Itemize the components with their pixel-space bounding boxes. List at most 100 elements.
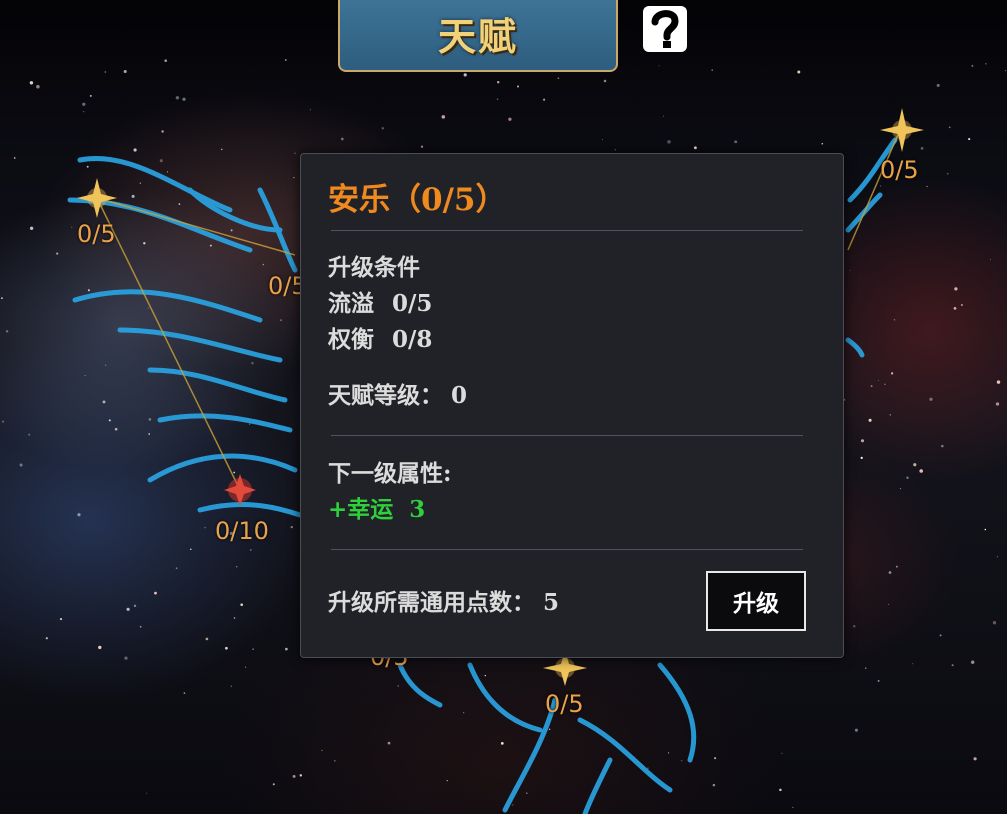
background-star — [936, 83, 940, 87]
background-star — [463, 73, 467, 77]
background-star — [888, 603, 890, 605]
background-star — [161, 130, 164, 133]
background-star — [792, 806, 794, 808]
background-star — [667, 140, 671, 144]
background-star — [946, 172, 949, 175]
background-star — [29, 81, 34, 85]
upgrade-button[interactable]: 升级 — [706, 571, 806, 631]
background-star — [543, 98, 546, 101]
background-star — [2, 420, 5, 423]
background-star — [484, 674, 486, 677]
background-star — [500, 742, 504, 745]
background-star — [159, 159, 163, 163]
background-star — [19, 463, 23, 467]
background-star — [929, 397, 933, 401]
background-star — [183, 692, 186, 694]
background-star — [290, 525, 293, 529]
background-star — [285, 647, 288, 651]
talent-tooltip-panel: 安乐（0/5） 升级条件 流溢 0/5 权衡 0/8 天赋等级： 0 下一级属性… — [300, 153, 844, 658]
background-star — [262, 263, 265, 266]
talent-title-tab[interactable]: 天赋 — [338, 0, 618, 72]
background-star — [381, 127, 384, 130]
background-star — [954, 287, 958, 291]
requirement-progress: 0/8 — [392, 326, 433, 353]
upgrade-cost-label: 升级所需通用点数： — [328, 589, 535, 616]
background-star — [98, 645, 102, 650]
background-star — [508, 117, 512, 121]
talent-screen: 天赋 0/5 0/5 0/5 0/10 0/5 0/5 安乐（0/5） 升级条件… — [0, 0, 1007, 814]
next-level-bonus: +幸运 3 — [328, 496, 426, 523]
background-star — [272, 783, 275, 786]
background-star — [860, 456, 863, 460]
background-star — [82, 102, 86, 106]
background-star — [5, 330, 9, 333]
node-star-top-right[interactable] — [880, 108, 924, 152]
background-star — [240, 603, 243, 606]
question-mark-icon[interactable] — [641, 4, 689, 54]
background-star — [668, 752, 670, 754]
background-star — [853, 625, 856, 628]
background-star — [293, 177, 295, 179]
background-star — [89, 94, 92, 97]
background-star — [166, 171, 169, 173]
background-star — [294, 152, 296, 154]
background-star — [891, 372, 894, 375]
background-star — [781, 752, 783, 754]
background-star — [104, 364, 107, 367]
requirement-name: 权衡 — [328, 326, 374, 353]
background-star — [182, 97, 186, 101]
background-star — [878, 379, 879, 381]
background-star — [889, 414, 892, 416]
background-star — [86, 165, 89, 168]
background-star — [114, 427, 118, 431]
upgrade-cost-row: 升级所需通用点数： 5 — [328, 583, 559, 617]
background-star — [953, 307, 957, 310]
background-star — [77, 513, 81, 517]
background-star — [996, 556, 999, 558]
background-star — [321, 749, 323, 752]
background-star — [309, 109, 311, 111]
background-star — [284, 58, 287, 62]
background-star — [941, 444, 944, 448]
background-star — [147, 307, 149, 309]
background-star — [973, 757, 977, 761]
background-star — [1, 297, 3, 299]
background-star — [893, 318, 896, 321]
background-star — [139, 625, 142, 628]
background-star — [1005, 70, 1007, 72]
background-star — [899, 488, 901, 490]
node-star-left-top[interactable] — [77, 178, 117, 218]
background-star — [299, 774, 303, 777]
background-star — [251, 361, 254, 365]
talent-level-row: 天赋等级： 0 — [328, 376, 467, 410]
background-star — [221, 148, 223, 151]
node-label-left-top: 0/5 — [77, 220, 116, 248]
background-star — [233, 617, 236, 619]
background-star — [951, 664, 954, 667]
background-star — [647, 767, 649, 769]
background-star — [960, 303, 963, 307]
background-star — [985, 63, 987, 65]
background-star — [230, 685, 233, 687]
background-star — [209, 244, 212, 247]
background-star — [143, 242, 146, 245]
requirement-name: 流溢 — [328, 290, 374, 317]
background-star — [233, 471, 236, 474]
background-star — [204, 527, 206, 529]
background-star — [420, 145, 424, 148]
divider — [331, 435, 803, 436]
next-level-heading: 下一级属性: — [328, 460, 452, 487]
background-star — [734, 140, 738, 144]
node-label-top-right: 0/5 — [880, 156, 919, 184]
background-star — [45, 637, 48, 640]
node-star-left-bottom[interactable] — [224, 474, 256, 506]
background-star — [868, 418, 872, 422]
background-star — [870, 385, 873, 388]
requirements-heading: 升级条件 — [328, 254, 420, 281]
background-star — [984, 528, 987, 531]
background-star — [948, 126, 951, 129]
background-star — [252, 648, 254, 650]
background-star — [340, 137, 344, 141]
background-star — [333, 759, 336, 762]
background-star — [205, 637, 209, 641]
